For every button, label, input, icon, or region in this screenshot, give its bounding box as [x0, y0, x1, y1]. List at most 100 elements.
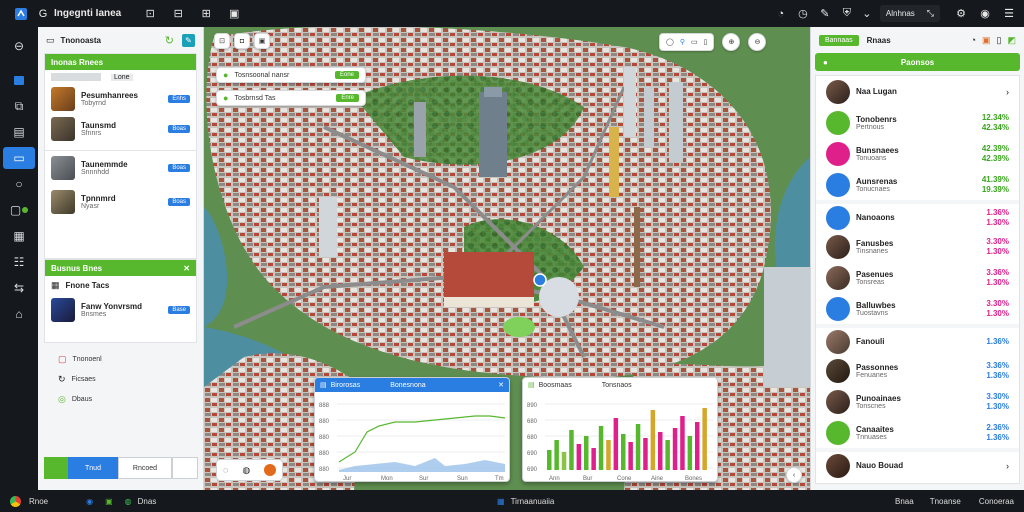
pen-icon[interactable]: ✎ [818, 7, 832, 21]
map-camera-icon[interactable]: ◘ [234, 33, 250, 49]
list-item[interactable]: Canaaites Tnnuases 2.36% 1.36% [816, 417, 1019, 448]
toolbar-icon-3[interactable]: ⊞ [199, 7, 213, 21]
list-item[interactable]: Fanouli 1.36% [816, 324, 1019, 355]
taskbar-app-icon-3[interactable]: ◍ [125, 497, 132, 506]
item-button[interactable]: Base [168, 306, 190, 314]
gear-icon[interactable]: ⚙ [954, 7, 968, 21]
toolbar-icon-1[interactable]: ⊡ [143, 7, 157, 21]
list-item[interactable]: Bunsnaees Tonuoans 42.39% 42.39% [816, 138, 1019, 169]
list-item[interactable]: Aunsrenas Tonucnaes 41.39% 19.39% [816, 169, 1019, 200]
map-image-icon[interactable]: ▣ [254, 33, 270, 49]
list-item[interactable]: Fanusbes Tinsnanes 3.30% 1.30% [816, 231, 1019, 262]
taskbar-app-icon-1[interactable]: ◉ [86, 497, 93, 506]
footer-secondary-button[interactable]: Rncoed [118, 457, 172, 479]
bell-icon[interactable]: ◔ [774, 7, 788, 21]
list-item[interactable]: Taunsmd Sfnnrs Boas [45, 114, 196, 144]
link-item[interactable]: ◎ Dbaus [44, 389, 197, 409]
lock-icon[interactable]: ◔ [971, 35, 976, 45]
clock-icon[interactable]: ◷ [796, 7, 810, 21]
close-icon[interactable]: ✕ [183, 264, 190, 273]
record-icon[interactable] [264, 464, 277, 476]
taskbar-app-icon-2[interactable]: ▣ [105, 497, 113, 506]
toolbar-icon-4[interactable]: ▣ [227, 7, 241, 21]
item-button[interactable]: Boas [168, 164, 190, 172]
compass-icon[interactable]: ⊕ [722, 33, 741, 51]
rail-layers-icon[interactable] [0, 69, 38, 91]
item-sub: Tinsnanes [856, 247, 889, 255]
rail-map-icon[interactable]: ▭ [3, 147, 35, 169]
link-item[interactable]: ▢ Tnonoenl [44, 349, 197, 369]
refresh-icon[interactable]: ↻ [165, 34, 174, 47]
globe-icon[interactable]: G [36, 7, 50, 21]
browser-icon[interactable] [10, 495, 21, 507]
item-button[interactable]: Boas [168, 125, 190, 133]
item-button[interactable]: Boas [168, 198, 190, 206]
tab-label[interactable]: Lone [111, 73, 133, 81]
menu-icon[interactable]: ☰ [1002, 7, 1016, 21]
location-icon: ● [223, 93, 229, 103]
edit-icon[interactable]: ✎ [182, 33, 195, 47]
map-toolbar-left: ⊡ ◘ ▣ [214, 33, 270, 49]
pin-icon[interactable]: ⚲ [680, 38, 685, 46]
map-chip-1[interactable]: ● Tosnsoonal nansr Eone [216, 67, 366, 83]
list-item[interactable]: Punoainaes Tonscnes 3.30% 1.30% [816, 386, 1019, 417]
item-values: 3.30% 1.30% [986, 237, 1009, 257]
rail-image-icon[interactable]: ▦ [0, 225, 38, 247]
list-item[interactable]: Naa Lugan › [816, 76, 1019, 107]
taskbar-center-label: Tirnaanuaiia [510, 496, 555, 506]
map-scale-icon[interactable]: ‹ [786, 467, 802, 483]
item-name: Fanusbes [856, 238, 894, 248]
check-icon[interactable]: ◩ [1007, 35, 1016, 46]
footer-green-tab[interactable] [44, 457, 68, 479]
close-icon[interactable]: ✕ [498, 381, 504, 389]
shield-icon[interactable]: ⛨ [840, 7, 854, 21]
list-item[interactable]: Balluwbes Tuostavns 3.30% 1.30% [816, 293, 1019, 324]
list-item[interactable]: Tonobenrs Pertnous 12.34% 42.34% [816, 107, 1019, 138]
orbit-icon[interactable]: ◍ [242, 465, 250, 476]
list-item[interactable]: Pesumhanrees Tobyrnd Enhs [45, 84, 196, 114]
map-chip-2[interactable]: ● Tosbrnsd Tas Enre [216, 90, 366, 106]
rail-circle-icon[interactable]: ○ [0, 173, 38, 195]
list-item[interactable]: Pasenues Tonsreas 3.36% 1.30% [816, 262, 1019, 293]
user-icon[interactable]: ◉ [978, 7, 992, 21]
tab-placeholder[interactable] [51, 73, 101, 81]
map-grid-icon[interactable]: ⊡ [214, 33, 230, 49]
chip-action-button[interactable]: Enre [336, 94, 359, 102]
chevron-icon[interactable]: › [1006, 461, 1009, 471]
doc-icon[interactable]: ▯ [997, 35, 1002, 46]
draw-icon[interactable]: ◯ [666, 38, 674, 46]
rail-home-icon[interactable]: ⌂ [0, 303, 38, 325]
chip-action-button[interactable]: Eone [334, 71, 359, 79]
rail-back-icon[interactable]: ⊖ [0, 35, 38, 57]
zoom-out-icon[interactable]: ⊖ [748, 33, 767, 51]
footer-extra-button[interactable] [172, 457, 198, 479]
lasso-icon[interactable]: ◌ [223, 465, 228, 475]
list-item[interactable]: Passonnes Fenuanes 3.36% 1.36% [816, 355, 1019, 386]
avatar [826, 79, 850, 104]
item-name: Taunemmde [81, 160, 128, 169]
view-icon[interactable]: ▭ [691, 38, 698, 46]
chevron-down-icon[interactable]: ⌄ [860, 7, 874, 21]
ruler-icon[interactable]: ▯ [704, 38, 708, 46]
list-item[interactable]: Taunemmde Snnnhdd Boas [45, 151, 196, 185]
item-button[interactable]: Enhs [168, 95, 190, 103]
chevron-icon[interactable]: › [1006, 87, 1009, 97]
rail-panel-icon[interactable]: ▤ [0, 121, 38, 143]
account-dropdown[interactable]: Alnhnas ⤡ [879, 5, 940, 22]
list-item[interactable]: Nauo Bouad › [816, 448, 1019, 479]
header-button[interactable]: Bannaas [819, 34, 859, 46]
link-item[interactable]: ↻ Ficsaes [44, 369, 197, 389]
feature-item[interactable]: Fanw Yonvrsmd Bnsmes Base [45, 294, 196, 326]
taskbar-window-icon[interactable]: ▦ [497, 497, 505, 506]
rail-list-icon[interactable]: ☷ [0, 251, 38, 273]
toolbar-icon-2[interactable]: ⊟ [171, 7, 185, 21]
list-item[interactable]: Tpnnmrd Nyasr Boas [45, 185, 196, 219]
city-map-view[interactable]: ⊡ ◘ ▣ ◯ ⚲ ▭ ▯ ⊕ ⊖ ● Tosnsoonal nansr Eon… [204, 27, 810, 490]
footer-primary-button[interactable]: Tnud [68, 457, 118, 479]
sub-label: Fnone Tacs [65, 280, 110, 290]
rail-status-icon[interactable]: ▢ [0, 199, 38, 221]
rail-copy-icon[interactable]: ⧉ [0, 95, 38, 117]
flag-icon[interactable]: ▣ [982, 35, 991, 46]
list-item[interactable]: Nanoaons 1.36% 1.30% [816, 200, 1019, 231]
rail-route-icon[interactable]: ⇆ [0, 277, 38, 299]
